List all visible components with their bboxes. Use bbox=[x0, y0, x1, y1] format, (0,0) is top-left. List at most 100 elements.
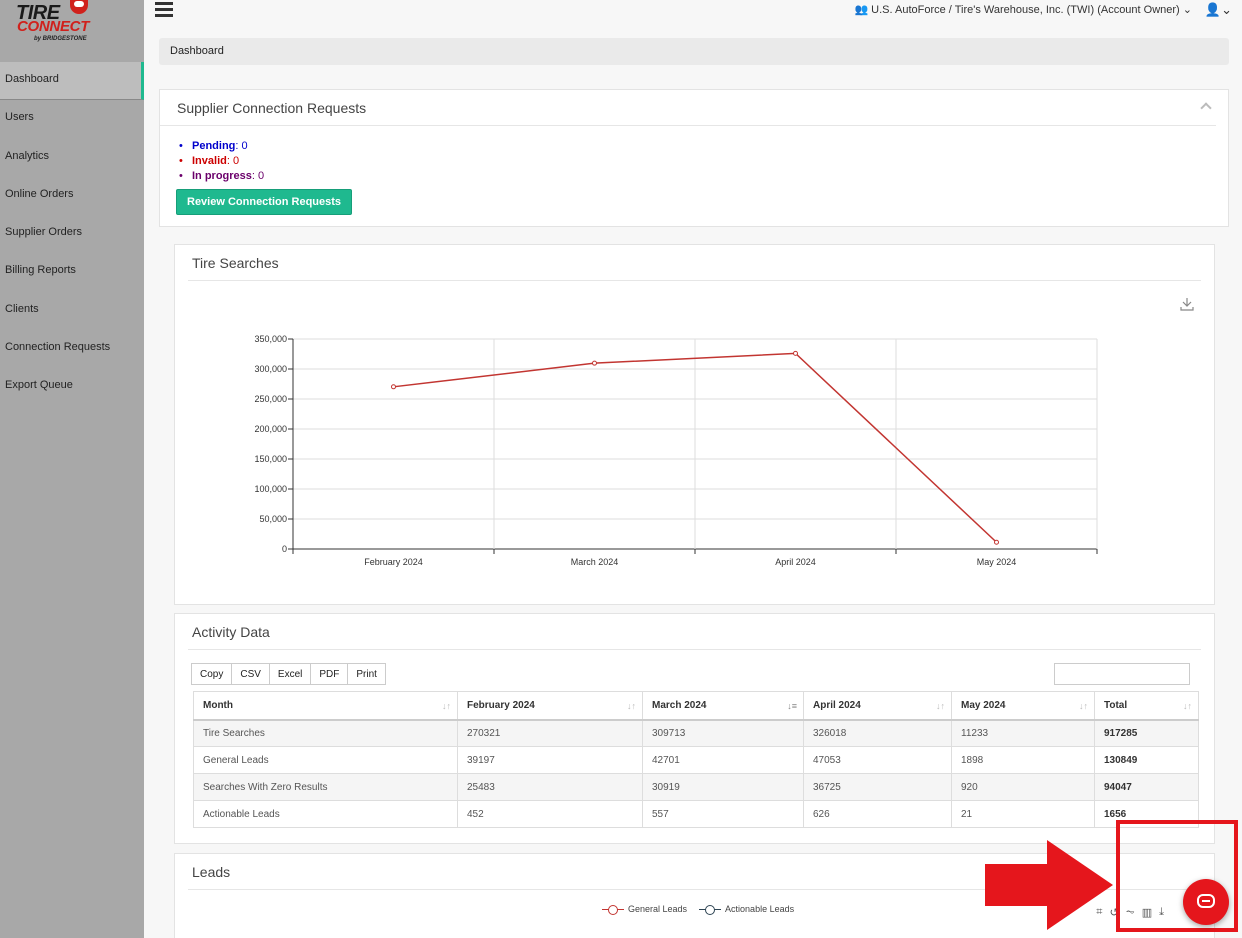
sort-desc-icon: ↓≡ bbox=[787, 701, 797, 711]
sidebar-item-connection-requests[interactable]: Connection Requests bbox=[0, 330, 144, 368]
legend-label-actionable[interactable]: Actionable Leads bbox=[725, 904, 794, 914]
sidebar-item-billing-reports[interactable]: Billing Reports bbox=[0, 253, 144, 291]
panel-title: Activity Data bbox=[188, 614, 1201, 650]
status-in-progress: In progress: 0 bbox=[179, 169, 1228, 184]
logo-text-bridgestone: by BRIDGESTONE bbox=[34, 36, 87, 42]
table-cell: 557 bbox=[642, 800, 804, 828]
sidebar-item-users[interactable]: Users bbox=[0, 100, 144, 138]
chevron-down-icon: ⌄ bbox=[1182, 4, 1192, 16]
table-search-input[interactable] bbox=[1054, 663, 1190, 685]
y-tick-label: 250,000 bbox=[254, 394, 287, 404]
table-cell: 1898 bbox=[951, 746, 1095, 774]
people-icon: 👥 bbox=[854, 4, 869, 16]
sort-icon: ↓↑ bbox=[1183, 701, 1192, 711]
table-cell: 452 bbox=[457, 800, 643, 828]
tire-searches-panel: Tire Searches 0 50,000 100,000 150,000 200,0… bbox=[174, 244, 1215, 605]
logo-text-connect: CONNECT bbox=[17, 18, 90, 35]
copy-button[interactable]: Copy bbox=[191, 663, 233, 685]
breadcrumb: Dashboard bbox=[159, 38, 1229, 65]
sidebar-item-dashboard[interactable]: Dashboard bbox=[0, 62, 144, 101]
table-cell: General Leads bbox=[193, 746, 458, 774]
review-connection-requests-button[interactable]: Review Connection Requests bbox=[176, 189, 353, 215]
column-header-total[interactable]: Total ↓↑ bbox=[1094, 691, 1199, 721]
chat-bubble-icon bbox=[1197, 894, 1215, 908]
top-bar: 👥 U.S. AutoForce / Tire's Warehouse, Inc.… bbox=[144, 0, 1242, 32]
x-tick-label: February 2024 bbox=[364, 557, 423, 567]
column-header-may[interactable]: May 2024 ↓↑ bbox=[951, 691, 1095, 721]
sort-icon: ↓↑ bbox=[936, 701, 945, 711]
y-tick-label: 150,000 bbox=[254, 454, 287, 464]
tireconnect-logo[interactable]: TIRE CONNECT by BRIDGESTONE bbox=[0, 0, 144, 62]
table-cell: 30919 bbox=[642, 773, 804, 801]
table-cell: 21 bbox=[951, 800, 1095, 828]
account-switcher[interactable]: 👥 U.S. AutoForce / Tire's Warehouse, Inc.… bbox=[854, 3, 1192, 16]
chat-button[interactable] bbox=[1183, 879, 1229, 925]
excel-button[interactable]: Excel bbox=[268, 663, 312, 685]
y-tick-label: 0 bbox=[282, 544, 287, 554]
status-list: Pending: 0 Invalid: 0 In progress: 0 bbox=[160, 126, 1228, 184]
activity-data-panel: Activity Data Copy CSV Excel PDF Print M… bbox=[174, 613, 1215, 844]
data-point bbox=[592, 360, 597, 366]
y-tick-label: 100,000 bbox=[254, 484, 287, 494]
panel-title: Supplier Connection Requests bbox=[160, 90, 1216, 126]
table-row: Tire Searches 270321 309713 326018 11233… bbox=[193, 719, 1199, 747]
y-tick-label: 350,000 bbox=[254, 334, 287, 344]
x-tick-label: March 2024 bbox=[571, 557, 619, 567]
export-button-group: Copy CSV Excel PDF Print bbox=[191, 663, 386, 685]
print-button[interactable]: Print bbox=[347, 663, 386, 685]
sidebar-item-supplier-orders[interactable]: Supplier Orders bbox=[0, 215, 144, 253]
y-tick-label: 50,000 bbox=[259, 514, 287, 524]
table-cell: Tire Searches bbox=[193, 719, 458, 747]
annotation-arrow bbox=[985, 840, 1113, 930]
table-cell: Actionable Leads bbox=[193, 800, 458, 828]
tire-searches-chart: 0 50,000 100,000 150,000 200,000 250,000 300,0… bbox=[254, 334, 1098, 567]
sidebar-item-analytics[interactable]: Analytics bbox=[0, 139, 144, 177]
sort-icon: ↓↑ bbox=[627, 701, 636, 711]
table-cell: 920 bbox=[951, 773, 1095, 801]
sort-icon: ↓↑ bbox=[1079, 701, 1088, 711]
hamburger-menu-icon[interactable] bbox=[155, 2, 173, 17]
csv-button[interactable]: CSV bbox=[231, 663, 270, 685]
legend-marker-general[interactable] bbox=[602, 904, 624, 915]
sidebar-item-clients[interactable]: Clients bbox=[0, 292, 144, 330]
x-tick-label: April 2024 bbox=[775, 557, 816, 567]
y-tick-label: 200,000 bbox=[254, 424, 287, 434]
sidebar-item-export-queue[interactable]: Export Queue bbox=[0, 368, 144, 406]
table-row: General Leads 39197 42701 47053 1898 130… bbox=[193, 746, 1199, 774]
tire-logo-icon bbox=[70, 0, 88, 14]
status-invalid: Invalid: 0 bbox=[179, 154, 1228, 169]
sort-icon: ↓↑ bbox=[442, 701, 451, 711]
user-menu-icon[interactable]: 👤⌄ bbox=[1205, 2, 1232, 18]
data-point bbox=[391, 384, 396, 390]
column-header-feb[interactable]: February 2024 ↓↑ bbox=[457, 691, 643, 721]
table-cell: 36725 bbox=[803, 773, 952, 801]
activity-table: Month ↓↑ February 2024 ↓↑ March 2024 ↓≡ Apr… bbox=[193, 691, 1199, 828]
table-cell: 39197 bbox=[457, 746, 643, 774]
table-cell: 270321 bbox=[457, 719, 643, 747]
x-tick-label: May 2024 bbox=[977, 557, 1017, 567]
pdf-button[interactable]: PDF bbox=[310, 663, 349, 685]
table-cell: 11233 bbox=[951, 719, 1095, 747]
legend-marker-actionable[interactable] bbox=[699, 904, 722, 915]
data-point bbox=[994, 539, 999, 545]
data-point bbox=[793, 350, 798, 356]
column-header-apr[interactable]: April 2024 ↓↑ bbox=[803, 691, 952, 721]
column-header-mar[interactable]: March 2024 ↓≡ bbox=[642, 691, 804, 721]
table-row: Searches With Zero Results 25483 30919 3… bbox=[193, 773, 1199, 801]
legend-label-general[interactable]: General Leads bbox=[628, 904, 687, 914]
sidebar-item-online-orders[interactable]: Online Orders bbox=[0, 177, 144, 215]
table-cell: 309713 bbox=[642, 719, 804, 747]
table-cell: 42701 bbox=[642, 746, 804, 774]
sidebar: TIRE CONNECT by BRIDGESTONE Dashboard Us… bbox=[0, 0, 144, 938]
supplier-connection-panel: Supplier Connection Requests Pending: 0 … bbox=[159, 89, 1229, 227]
leads-legend: General Leads Actionable Leads bbox=[602, 904, 794, 915]
table-cell-total: 130849 bbox=[1094, 746, 1199, 774]
table-cell-total: 917285 bbox=[1094, 719, 1199, 747]
table-cell: Searches With Zero Results bbox=[193, 773, 458, 801]
column-header-month[interactable]: Month ↓↑ bbox=[193, 691, 458, 721]
table-row: Actionable Leads 452 557 626 21 1656 bbox=[193, 800, 1199, 828]
table-cell: 626 bbox=[803, 800, 952, 828]
table-cell: 47053 bbox=[803, 746, 952, 774]
table-cell-total: 94047 bbox=[1094, 773, 1199, 801]
y-tick-label: 300,000 bbox=[254, 364, 287, 374]
